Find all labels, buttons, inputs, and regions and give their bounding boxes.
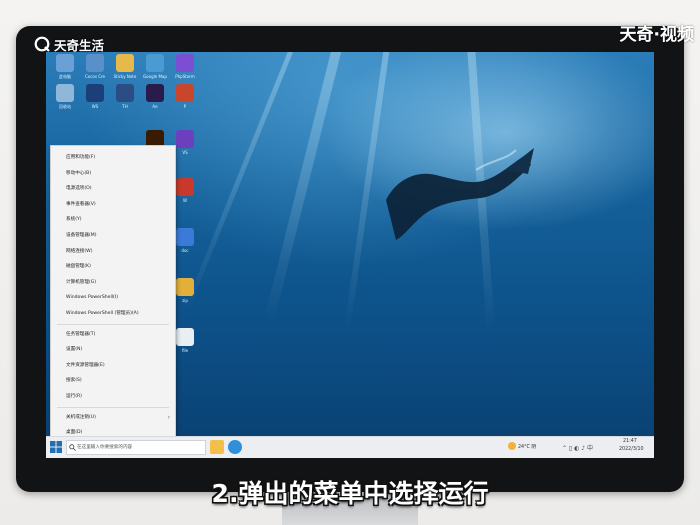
search-placeholder: 在这里输入你要搜索的内容: [77, 445, 133, 450]
context-menu-item-label: 应用和功能(F): [66, 155, 96, 160]
context-menu-item-label: 任务管理器(T): [66, 331, 96, 337]
context-menu-item[interactable]: 搜索(S): [51, 374, 175, 387]
context-menu-item[interactable]: 任务管理器(T): [51, 328, 175, 341]
desktop-icon-label: Ae: [152, 104, 158, 109]
context-menu-item[interactable]: 设备管理器(M): [51, 229, 175, 242]
edge-taskbar-icon[interactable]: [228, 440, 242, 454]
document-icon: [176, 228, 194, 246]
brand-logo-left: 天奇生活: [34, 34, 104, 54]
wps-icon: [176, 178, 194, 196]
desktop-icon-label: WS: [91, 104, 99, 109]
context-menu-item[interactable]: Windows PowerShell (管理员)(A): [51, 307, 175, 320]
diver-image: [386, 148, 534, 240]
desktop-icon-label: Cocos Cre: [84, 74, 106, 79]
desktop-icon-label: PhpStorm: [175, 74, 195, 79]
brand-logo-right: 天奇·视频: [619, 25, 694, 45]
context-menu-item-label: Windows PowerShell (管理员)(A): [66, 311, 139, 316]
menu-separator: [57, 323, 169, 325]
cocos-icon: [86, 54, 104, 72]
context-menu-item-label: Windows PowerShell(I): [66, 295, 119, 301]
context-menu-item[interactable]: 运行(R): [51, 390, 175, 403]
sticky-note-icon: [116, 54, 134, 72]
tray-icons[interactable]: ⌃ ▯ ◐ ♪ 中: [562, 443, 593, 452]
context-menu-item-label: 网络连接(W): [66, 248, 93, 254]
context-menu-item-label: 设置(N): [66, 347, 83, 353]
folder-taskbar-icon[interactable]: [210, 440, 224, 454]
context-menu-item-label: 事件查看器(V): [66, 201, 96, 207]
desktop-icon-label: P: [183, 104, 187, 109]
archive-icon: [176, 278, 194, 296]
clock-date[interactable]: 2022/3/10: [619, 447, 644, 452]
desktop-wallpaper: 此电脑 Cocos Cre Sticky Note Google Map PhpStor…: [46, 52, 654, 457]
context-menu-item-label: 文件资源管理器(E): [66, 362, 105, 368]
desktop-icon[interactable]: 回收站: [50, 84, 80, 120]
context-menu-item-label: 电源选项(O): [66, 186, 92, 192]
context-menu-item[interactable]: 网络连接(W): [51, 245, 175, 258]
after-effects-icon: [146, 84, 164, 102]
taskbar-search-input[interactable]: 在这里输入你要搜索的内容: [66, 440, 206, 455]
context-menu-item-label: 搜索(S): [66, 378, 82, 384]
search-icon: [69, 444, 76, 451]
menu-separator: [57, 406, 169, 408]
context-menu-item-label: 移动中心(B): [66, 170, 92, 176]
context-menu-item[interactable]: 关机或注销(U) ›: [51, 411, 175, 424]
chevron-right-icon: ›: [167, 413, 170, 421]
winx-context-menu: 应用和功能(F) 移动中心(B) 电源选项(O) 事件查看器(V) 系统(Y) 设备管理器…: [50, 145, 176, 439]
context-menu-item[interactable]: 磁盘管理(K): [51, 260, 175, 273]
context-menu-item-label: 运行(R): [66, 394, 82, 399]
desktop-icon-label: Sticky Note: [113, 74, 137, 79]
recycle-bin-icon: [56, 84, 74, 102]
desktop-icon-label: TH: [122, 104, 128, 109]
context-menu-item-label: 磁盘管理(K): [66, 264, 91, 270]
context-menu-item-label: 关机或注销(U): [66, 414, 96, 420]
context-menu-item-label: 计算机管理(G): [66, 279, 97, 285]
desktop-icon[interactable]: TH: [110, 84, 140, 120]
desktop-icon[interactable]: P: [170, 84, 200, 120]
context-menu-item[interactable]: 事件查看器(V): [51, 198, 175, 211]
video-subtitle: 2.弹出的菜单中选择运行: [211, 479, 489, 508]
phpstorm-icon: [176, 54, 194, 72]
desktop-icon-label: 回收站: [59, 104, 71, 109]
desktop-icon[interactable]: WS: [80, 84, 110, 120]
context-menu-item[interactable]: 应用和功能(F): [51, 151, 175, 164]
weather-text[interactable]: 24°C 阴: [518, 443, 536, 450]
context-menu-item-label: 桌面(D): [66, 430, 83, 436]
file-icon: [176, 328, 194, 346]
tianqi-logo-icon: [34, 36, 50, 52]
desktop-icon-label: Google Map: [143, 74, 167, 79]
visual-studio-icon: [176, 130, 194, 148]
windows-start-icon[interactable]: [50, 441, 62, 453]
powerpoint-icon: [176, 84, 194, 102]
brand-left-text: 天奇生活: [54, 37, 105, 53]
th-icon: [116, 84, 134, 102]
map-icon: [146, 54, 164, 72]
context-menu-item[interactable]: 系统(Y): [51, 213, 175, 226]
context-menu-item[interactable]: 移动中心(B): [51, 167, 175, 180]
desktop-icon-label: 此电脑: [59, 74, 71, 79]
context-menu-item-label: 设备管理器(M): [66, 233, 97, 238]
computer-icon: [56, 54, 74, 72]
context-menu-item[interactable]: 设置(N): [51, 343, 175, 356]
taskbar: 在这里输入你要搜索的内容 24°C 阴 ⌃ ▯ ◐ ♪ 中 21:47 2022…: [46, 436, 654, 458]
desktop-icon[interactable]: Ae: [140, 84, 170, 120]
ws-icon: [86, 84, 104, 102]
weather-icon: [508, 442, 516, 450]
context-menu-item-label: 系统(Y): [66, 217, 82, 223]
context-menu-item[interactable]: Windows PowerShell(I): [51, 291, 175, 304]
clock-time[interactable]: 21:47: [623, 439, 637, 444]
context-menu-item[interactable]: 计算机管理(G): [51, 276, 175, 289]
context-menu-item[interactable]: 电源选项(O): [51, 182, 175, 195]
context-menu-item[interactable]: 文件资源管理器(E): [51, 359, 175, 372]
